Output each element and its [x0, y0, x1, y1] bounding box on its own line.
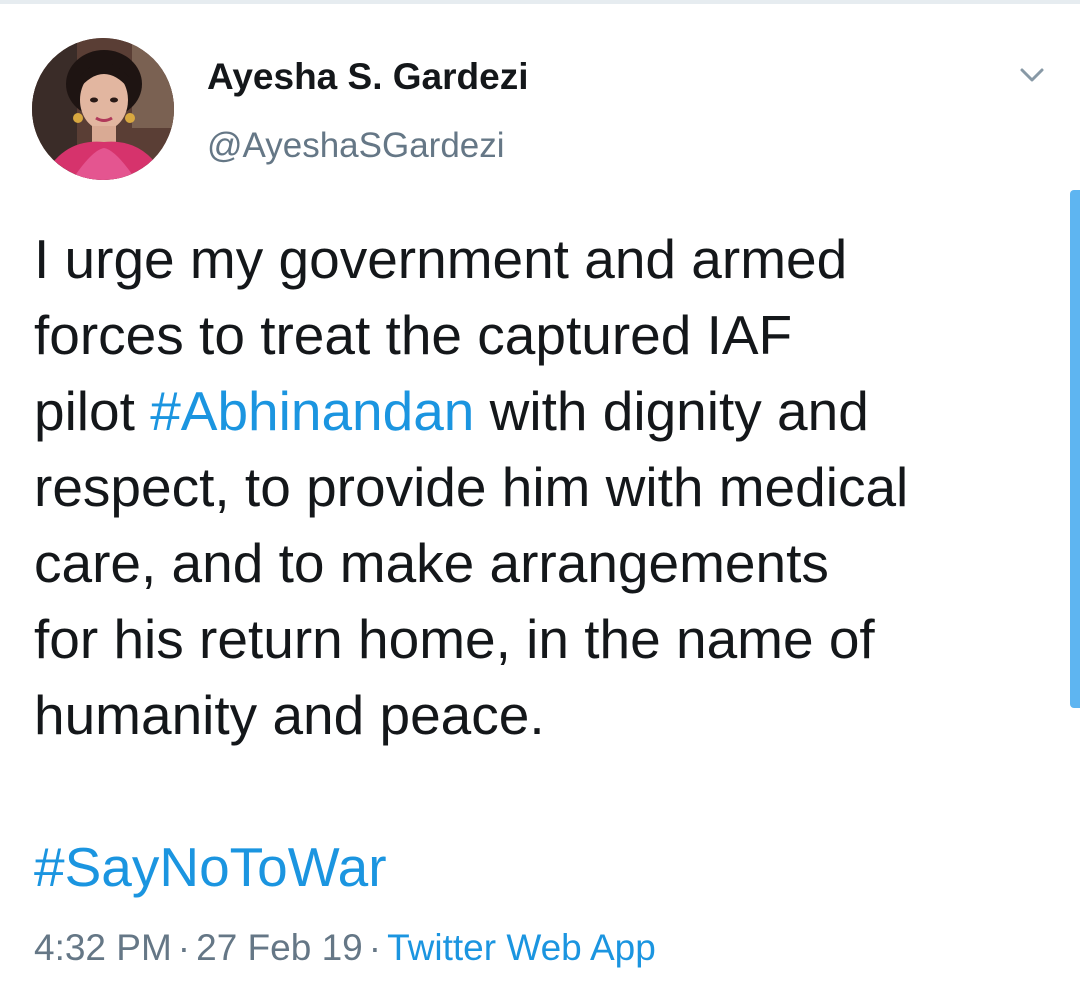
tweet-text: I urge my government and armed forces to…	[34, 221, 1044, 753]
tweet-text-line: respect, to provide him with medical	[34, 449, 1044, 525]
author-handle[interactable]: @AyeshaSGardezi	[207, 126, 505, 166]
chevron-down-icon	[1020, 68, 1044, 82]
separator: ·	[368, 927, 382, 968]
hashtag-link[interactable]: #Abhinandan	[150, 380, 474, 442]
tweet-metadata: 4:32 PM · 27 Feb 19 · Twitter Web App	[34, 924, 656, 972]
text-segment: respect, to provide him with medical	[34, 456, 909, 518]
text-segment: pilot	[34, 380, 151, 442]
hashtag-link[interactable]: #SayNoToWar	[34, 829, 387, 905]
text-segment: forces to treat the captured IAF	[34, 304, 793, 366]
tweet-text-line: humanity and peace.	[34, 677, 1044, 753]
text-segment: for his return home, in the name of	[34, 608, 875, 670]
top-divider	[0, 0, 1080, 4]
text-segment: with dignity and	[474, 380, 869, 442]
text-segment: I urge my government and armed	[34, 228, 848, 290]
profile-photo-image	[32, 38, 174, 180]
tweet-text-line: forces to treat the captured IAF	[34, 297, 1044, 373]
tweet-text-line: pilot #Abhinandan with dignity and	[34, 373, 1044, 449]
more-options-button[interactable]	[1010, 56, 1054, 96]
tweet-text-line: care, and to make arrangements	[34, 525, 1044, 601]
separator: ·	[177, 927, 191, 968]
tweet-date[interactable]: 27 Feb 19	[196, 927, 363, 968]
tweet-time[interactable]: 4:32 PM	[34, 927, 172, 968]
scrollbar[interactable]	[1070, 190, 1080, 708]
text-segment: humanity and peace.	[34, 684, 545, 746]
tweet-source-link[interactable]: Twitter Web App	[387, 927, 656, 968]
author-display-name[interactable]: Ayesha S. Gardezi	[207, 56, 529, 98]
tweet-text-line: for his return home, in the name of	[34, 601, 1044, 677]
avatar[interactable]	[32, 38, 174, 180]
tweet-text-line: I urge my government and armed	[34, 221, 1044, 297]
text-segment: care, and to make arrangements	[34, 532, 829, 594]
